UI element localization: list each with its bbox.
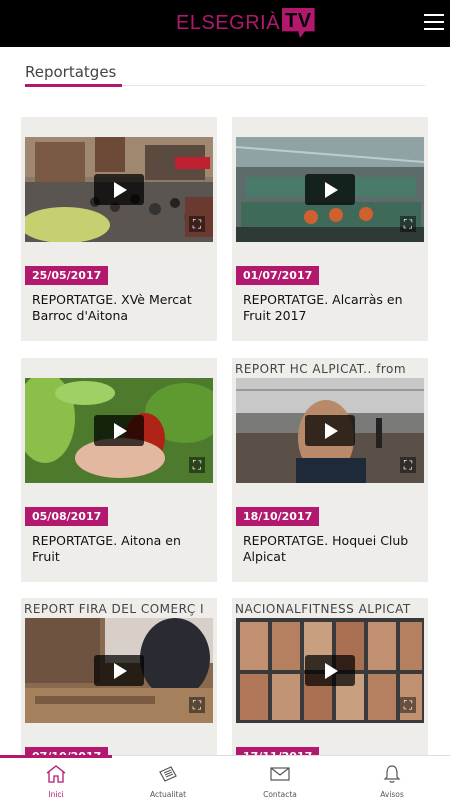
video-thumbnail[interactable]: ⛶ xyxy=(236,137,424,242)
card-title[interactable]: REPORTATGE. Alcarràs en Fruit 2017 xyxy=(243,292,423,324)
nav-label: Contacta xyxy=(263,790,297,799)
fullscreen-icon[interactable]: ⛶ xyxy=(400,457,416,473)
date-badge: 18/10/2017 xyxy=(236,507,320,526)
fullscreen-icon[interactable]: ⛶ xyxy=(189,216,205,232)
video-caption: REPORT FIRA DEL COMERÇ I xyxy=(24,602,205,616)
video-thumbnail[interactable]: ⛶ xyxy=(25,378,213,483)
nav-item-inici[interactable]: Inici xyxy=(0,764,112,799)
play-icon[interactable] xyxy=(305,174,355,205)
nav-item-avisos[interactable]: Avisos xyxy=(336,764,448,799)
fullscreen-icon[interactable]: ⛶ xyxy=(400,216,416,232)
bell-icon xyxy=(383,765,401,783)
section-underline xyxy=(25,84,122,87)
fullscreen-icon[interactable]: ⛶ xyxy=(189,697,205,713)
mail-icon xyxy=(270,767,290,781)
video-thumbnail[interactable]: ⛶ xyxy=(25,618,213,723)
video-card[interactable]: ⛶ 05/08/2017 REPORTATGE. Aitona en Fruit xyxy=(21,358,217,582)
play-icon[interactable] xyxy=(94,655,144,686)
video-thumbnail[interactable]: ⛶ xyxy=(25,137,213,242)
hamburger-menu-icon[interactable] xyxy=(424,14,444,32)
fullscreen-icon[interactable]: ⛶ xyxy=(400,697,416,713)
video-thumbnail[interactable]: ⛶ xyxy=(236,378,424,483)
date-badge: 05/08/2017 xyxy=(25,507,109,526)
bottom-navigation: Inici Actualitat Contacta Avisos xyxy=(0,755,450,800)
top-bar: ELSEGRIÀ TV xyxy=(0,0,450,47)
video-card[interactable]: ⛶ 01/07/2017 REPORTATGE. Alcarràs en Fru… xyxy=(232,117,428,341)
video-thumbnail[interactable]: ⛶ xyxy=(236,618,424,723)
card-title[interactable]: REPORTATGE. Aitona en Fruit xyxy=(32,533,212,565)
play-icon[interactable] xyxy=(94,174,144,205)
date-badge: 01/07/2017 xyxy=(236,266,320,285)
video-card[interactable]: ⛶ 25/05/2017 REPORTATGE. XVè Mercat Barr… xyxy=(21,117,217,341)
video-caption: REPORT HC ALPICAT.. from xyxy=(235,362,407,376)
nav-label: Inici xyxy=(48,790,64,799)
newspaper-icon xyxy=(159,766,177,782)
video-caption: NACIONALFITNESS ALPICAT xyxy=(235,602,411,616)
nav-item-contacta[interactable]: Contacta xyxy=(224,764,336,799)
home-icon xyxy=(46,765,66,783)
card-title[interactable]: REPORTATGE. XVè Mercat Barroc d'Aitona xyxy=(32,292,212,324)
logo[interactable]: ELSEGRIÀ TV xyxy=(176,8,315,38)
card-title[interactable]: REPORTATGE. Hoquei Club Alpicat xyxy=(243,533,423,565)
fullscreen-icon[interactable]: ⛶ xyxy=(189,457,205,473)
section-title: Reportatges xyxy=(25,63,117,81)
logo-tv: TV xyxy=(282,8,315,38)
play-icon[interactable] xyxy=(305,655,355,686)
play-icon[interactable] xyxy=(94,415,144,446)
video-card[interactable]: REPORT HC ALPICAT.. from ⛶ 18/10/2017 RE… xyxy=(232,358,428,582)
play-icon[interactable] xyxy=(305,415,355,446)
nav-item-actualitat[interactable]: Actualitat xyxy=(112,764,224,799)
nav-label: Actualitat xyxy=(149,790,187,799)
nav-label: Avisos xyxy=(380,790,404,799)
logo-text: ELSEGRIÀ xyxy=(176,11,281,34)
active-tab-indicator xyxy=(0,755,112,758)
date-badge: 25/05/2017 xyxy=(25,266,109,285)
